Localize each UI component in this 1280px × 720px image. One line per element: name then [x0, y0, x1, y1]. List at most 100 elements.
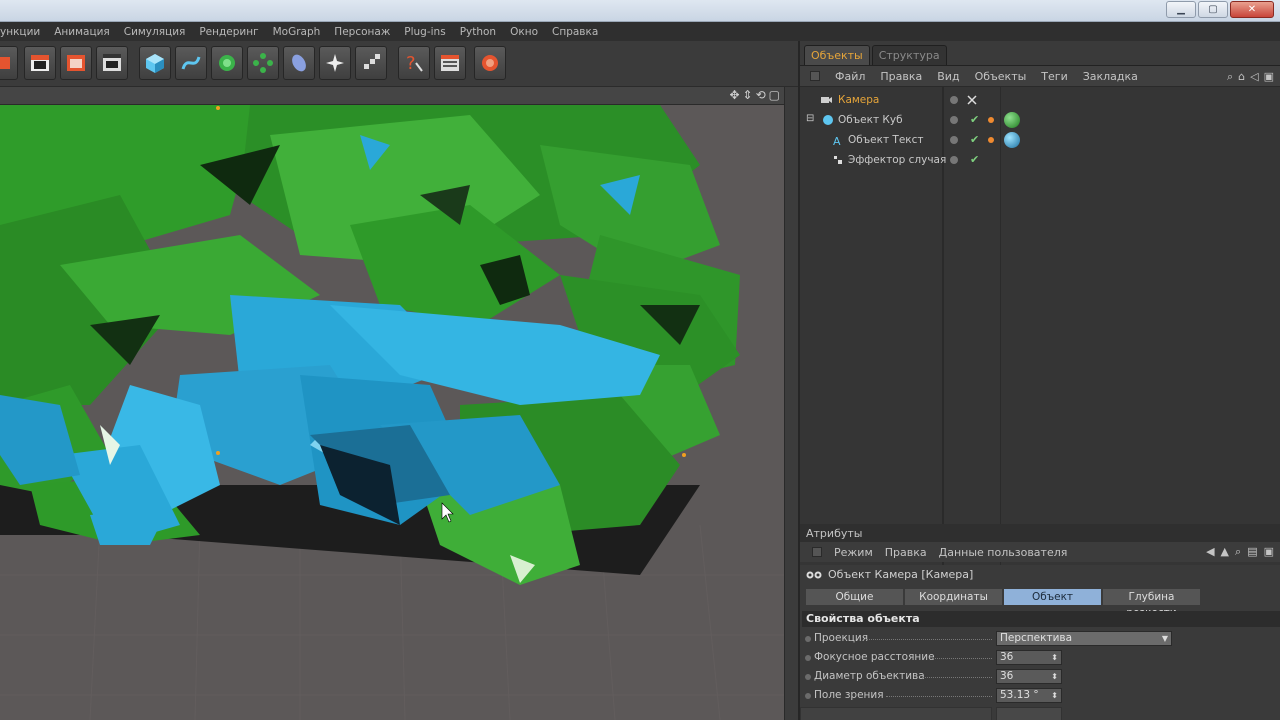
om-menu-tags[interactable]: Теги — [1041, 70, 1067, 83]
animate-dot-icon[interactable] — [805, 693, 811, 699]
search-icon[interactable]: ⌕ — [1227, 70, 1233, 84]
tab-objects[interactable]: Объекты — [804, 45, 870, 65]
panel-grip-icon[interactable] — [810, 71, 820, 81]
menu-render[interactable]: Рендеринг — [199, 26, 258, 38]
prop-value: 36 — [1000, 651, 1014, 663]
object-row-random-effector[interactable]: Эффектор случая ✔ — [800, 151, 1280, 171]
prop-projection: Проекция Перспектива ▼ — [800, 630, 1280, 648]
focal-length-field[interactable]: 36 ⬍ — [996, 650, 1062, 665]
enabled-check-icon[interactable]: ✔ — [970, 133, 979, 146]
stepper-icon[interactable]: ⬍ — [1051, 670, 1058, 683]
object-row-cube[interactable]: ⊟ Объект Куб ✔ — [800, 111, 1280, 131]
move-view-icon[interactable]: ✥ — [729, 88, 739, 102]
menu-window[interactable]: Окно — [510, 26, 538, 38]
new-panel-icon[interactable]: ▣ — [1264, 545, 1274, 559]
menu-python[interactable]: Python — [460, 26, 496, 38]
rotate-view-icon[interactable]: ⟲ — [756, 88, 766, 102]
enabled-check-icon[interactable]: ✔ — [970, 113, 979, 126]
camera-icon — [806, 571, 822, 578]
panel-grip-icon[interactable] — [812, 547, 822, 557]
deformer-icon[interactable] — [283, 46, 315, 80]
cube-icon[interactable] — [139, 46, 171, 80]
spline-icon[interactable] — [175, 46, 207, 80]
render-view-icon[interactable] — [60, 46, 92, 80]
om-menu-bookmarks[interactable]: Закладка — [1083, 70, 1138, 83]
menu-simulation[interactable]: Симуляция — [124, 26, 186, 38]
array-icon[interactable] — [247, 46, 279, 80]
3d-viewport[interactable] — [0, 105, 784, 720]
om-menu-file[interactable]: Файл — [835, 70, 865, 83]
help-icon[interactable]: ? — [398, 46, 430, 80]
tab-object[interactable]: Объект — [1004, 589, 1101, 605]
search-icon[interactable]: ⌕ — [1235, 545, 1241, 559]
tab-structure[interactable]: Структура — [871, 45, 947, 65]
phong-tag-icon[interactable] — [988, 117, 994, 123]
visibility-dot-icon[interactable] — [950, 116, 958, 124]
prop-value: Перспектива — [1000, 632, 1073, 644]
close-button[interactable]: ✕ — [1230, 1, 1274, 18]
projection-dropdown[interactable]: Перспектива ▼ — [996, 631, 1172, 646]
menu-help[interactable]: Справка — [552, 26, 598, 38]
render-settings-icon[interactable] — [96, 46, 128, 80]
lock-icon[interactable]: ▤ — [1247, 545, 1257, 559]
phong-tag-icon[interactable] — [988, 137, 994, 143]
om-menu-edit[interactable]: Правка — [880, 70, 922, 83]
om-menu-objects[interactable]: Объекты — [975, 70, 1027, 83]
animate-dot-icon[interactable] — [805, 655, 811, 661]
menu-functions[interactable]: ункции — [0, 26, 40, 38]
aperture-field[interactable]: 36 ⬍ — [996, 669, 1062, 684]
home-icon[interactable]: ⌂ — [1238, 70, 1245, 84]
layout-icon[interactable] — [434, 46, 466, 80]
right-panels: Объекты Структура Файл Правка Вид Объект… — [798, 41, 1280, 720]
nurbs-icon[interactable] — [211, 46, 243, 80]
clapboard-icon[interactable] — [24, 46, 56, 80]
field-of-view-field[interactable]: 53.13 ° ⬍ — [996, 688, 1062, 703]
stepper-icon[interactable]: ⬍ — [1051, 689, 1058, 702]
visibility-dot-icon[interactable] — [950, 156, 958, 164]
zoom-view-icon[interactable]: ⇕ — [743, 88, 753, 102]
collapse-icon[interactable]: ⊟ — [806, 113, 814, 124]
stepper-icon[interactable]: ⬍ — [1051, 651, 1058, 664]
viewport-scrollbar[interactable] — [784, 87, 798, 720]
material-tag-green-icon[interactable] — [1004, 112, 1020, 128]
tab-depth-of-field[interactable]: Глубина резкости — [1103, 589, 1200, 619]
attr-menu-user-data[interactable]: Данные пользователя — [939, 546, 1068, 559]
attr-menu-edit[interactable]: Правка — [885, 546, 927, 559]
menu-character[interactable]: Персонаж — [334, 26, 390, 38]
render-region-icon[interactable] — [0, 46, 18, 80]
object-row-camera[interactable]: Камера — [800, 91, 1280, 111]
tab-general[interactable]: Общие — [806, 589, 903, 605]
object-name[interactable]: Объект Куб — [838, 114, 903, 126]
object-name[interactable]: Объект Текст — [848, 134, 924, 146]
new-panel-icon[interactable]: ▣ — [1264, 70, 1274, 84]
back-arrow-icon[interactable]: ◀ — [1206, 545, 1214, 559]
om-menu-view[interactable]: Вид — [937, 70, 959, 83]
object-name[interactable]: Эффектор случая — [848, 154, 946, 166]
maximize-view-icon[interactable]: ▢ — [769, 88, 780, 102]
attr-tools: ◀ ▲ ⌕ ▤ ▣ — [1206, 545, 1274, 559]
prop-disabled-row — [800, 706, 1280, 720]
menu-mograph[interactable]: MoGraph — [273, 26, 321, 38]
animate-dot-icon[interactable] — [805, 636, 811, 642]
menu-plugins[interactable]: Plug-ins — [404, 26, 445, 38]
record-icon[interactable] — [474, 46, 506, 80]
cloner-icon[interactable] — [355, 46, 387, 80]
visibility-dot-icon[interactable] — [950, 136, 958, 144]
prop-value: 53.13 ° — [1000, 689, 1039, 701]
protection-tag-icon[interactable] — [966, 94, 978, 106]
maximize-button[interactable]: ▢ — [1198, 1, 1228, 18]
scene-icon[interactable] — [319, 46, 351, 80]
animate-dot-icon[interactable] — [805, 674, 811, 680]
tab-coordinates[interactable]: Координаты — [905, 589, 1002, 605]
prop-aperture: Диаметр объектива 36 ⬍ — [800, 668, 1280, 686]
up-arrow-icon[interactable]: ▲ — [1221, 545, 1229, 559]
object-row-text[interactable]: A Объект Текст ✔ — [800, 131, 1280, 151]
visibility-dot-icon[interactable] — [950, 96, 958, 104]
minimize-button[interactable]: ▁ — [1166, 1, 1196, 18]
enabled-check-icon[interactable]: ✔ — [970, 153, 979, 166]
back-icon[interactable]: ◁ — [1250, 70, 1258, 84]
material-tag-blue-icon[interactable] — [1004, 132, 1020, 148]
menu-animation[interactable]: Анимация — [54, 26, 110, 38]
attr-menu-mode[interactable]: Режим — [834, 546, 873, 559]
object-name[interactable]: Камера — [838, 94, 879, 106]
